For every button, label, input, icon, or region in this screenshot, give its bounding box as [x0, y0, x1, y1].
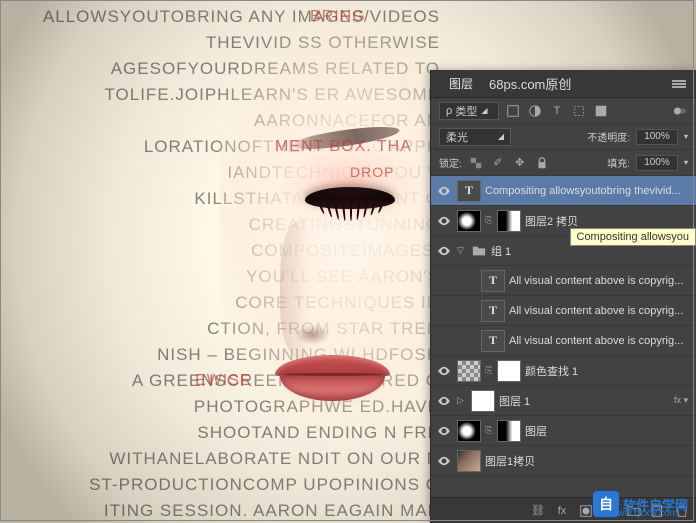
fill-label: 填充:	[607, 155, 630, 170]
mask-thumb	[497, 420, 521, 442]
filter-smart-icon[interactable]	[593, 103, 609, 119]
layer-row[interactable]: 图层1拷贝	[431, 446, 696, 476]
bg-line: ITING SESSION. AARON EAGAIN MAK	[0, 498, 440, 523]
red-overlay-text: DROP	[350, 164, 394, 180]
link-icon[interactable]: ⎘	[485, 215, 493, 226]
visibility-toggle[interactable]	[459, 302, 477, 320]
watermark-url: www.rjzxw.com	[610, 508, 678, 519]
lock-all-icon[interactable]	[534, 155, 550, 171]
layers-panel: 图层 68ps.com原创 ρ 类型◢ T 柔光◢ 不透明度: 100% ▾ 锁…	[430, 70, 696, 523]
panel-menu-button[interactable]	[672, 79, 686, 89]
layer-filter-dropdown[interactable]: ρ 类型◢	[439, 102, 499, 120]
layers-tab[interactable]: 图层	[441, 75, 481, 92]
layer-name[interactable]: 图层 1	[499, 393, 670, 409]
link-icon[interactable]: ⎘	[485, 425, 493, 436]
mask-thumb	[497, 210, 521, 232]
fx-toggle[interactable]: ▷	[457, 395, 467, 406]
visibility-toggle[interactable]	[435, 242, 453, 260]
layer-thumb	[457, 450, 481, 472]
layer-name[interactable]: 图层	[525, 423, 692, 439]
panel-header: 图层 68ps.com原创	[431, 70, 696, 98]
red-overlay-text: BRING	[310, 8, 366, 26]
panel-title: 68ps.com原创	[489, 74, 571, 93]
layer-name[interactable]: All visual content above is copyrig...	[509, 305, 692, 317]
filter-row: ρ 类型◢ T	[431, 98, 696, 124]
visibility-toggle[interactable]	[435, 422, 453, 440]
fill-input[interactable]: 100%	[636, 155, 678, 171]
visibility-toggle[interactable]	[435, 452, 453, 470]
filter-pixel-icon[interactable]	[505, 103, 521, 119]
visibility-toggle[interactable]	[459, 272, 477, 290]
text-layer-thumb: T	[481, 300, 505, 322]
text-layer-thumb: T	[481, 330, 505, 352]
lock-paint-icon[interactable]: ✐	[490, 155, 506, 171]
layer-row[interactable]: ▷ 图层 1 fx ▾	[431, 386, 696, 416]
filter-text-icon[interactable]: T	[549, 103, 565, 119]
lock-label: 锁定:	[439, 155, 462, 170]
layer-thumb	[471, 390, 495, 412]
mask-thumb	[497, 360, 521, 382]
layer-name[interactable]: 图层2 拷贝	[525, 213, 692, 229]
visibility-toggle[interactable]	[435, 182, 453, 200]
layer-tooltip: Compositing allowsyou	[570, 228, 696, 246]
blend-mode-dropdown[interactable]: 柔光◢	[439, 128, 511, 146]
watermark: 自 软件自学网 www.rjzxw.com	[593, 491, 688, 517]
filter-adjust-icon[interactable]	[527, 103, 543, 119]
layer-row[interactable]: T All visual content above is copyrig...	[431, 326, 696, 356]
visibility-toggle[interactable]	[459, 332, 477, 350]
layer-name[interactable]: All visual content above is copyrig...	[509, 335, 692, 347]
lock-row: 锁定: ✐ ✥ 填充: 100% ▾	[431, 150, 696, 176]
folder-icon	[471, 243, 487, 259]
layer-thumb	[457, 420, 481, 442]
layer-name[interactable]: Compositing allowsyoutobring thevivid...	[485, 185, 692, 197]
visibility-toggle[interactable]	[435, 362, 453, 380]
layers-list[interactable]: T Compositing allowsyoutobring thevivid.…	[431, 176, 696, 496]
folder-toggle[interactable]: ▽	[457, 245, 467, 256]
layer-name[interactable]: 图层1拷贝	[485, 453, 692, 469]
visibility-toggle[interactable]	[435, 212, 453, 230]
opacity-input[interactable]: 100%	[636, 129, 678, 145]
layer-row[interactable]: ⎘ 图层	[431, 416, 696, 446]
link-layers-icon[interactable]: ⛓	[530, 503, 546, 519]
visibility-toggle[interactable]	[435, 392, 453, 410]
layer-mask-icon[interactable]	[578, 503, 594, 519]
lock-transparency-icon[interactable]	[468, 155, 484, 171]
layer-row[interactable]: T All visual content above is copyrig...	[431, 296, 696, 326]
layer-name[interactable]: All visual content above is copyrig...	[509, 275, 692, 287]
red-overlay-text: MENT BOX. THA	[275, 138, 412, 156]
red-overlay-text: EWISE	[195, 372, 252, 390]
blend-row: 柔光◢ 不透明度: 100% ▾	[431, 124, 696, 150]
adjust-thumb	[457, 360, 481, 382]
text-layer-thumb: T	[481, 270, 505, 292]
layer-row[interactable]: T All visual content above is copyrig...	[431, 266, 696, 296]
text-layer-thumb: T	[457, 180, 481, 202]
filter-toggle[interactable]	[672, 103, 688, 119]
opacity-label: 不透明度:	[587, 129, 630, 144]
lock-position-icon[interactable]: ✥	[512, 155, 528, 171]
layer-name[interactable]: 颜色查找 1	[525, 363, 692, 379]
link-icon[interactable]: ⎘	[485, 365, 493, 376]
filter-shape-icon[interactable]	[571, 103, 587, 119]
layer-row[interactable]: ⎘ 颜色查找 1	[431, 356, 696, 386]
fx-badge[interactable]: fx ▾	[674, 395, 688, 406]
layer-thumb	[457, 210, 481, 232]
layer-row[interactable]: T Compositing allowsyoutobring thevivid.…	[431, 176, 696, 206]
layer-fx-icon[interactable]: fx	[554, 503, 570, 519]
